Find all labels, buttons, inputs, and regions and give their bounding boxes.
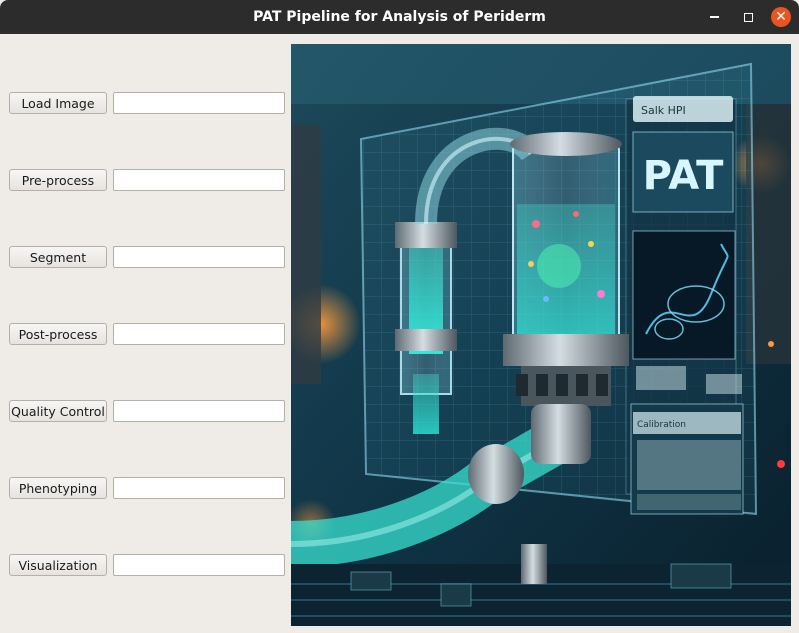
quality-control-button[interactable]: Quality Control: [9, 400, 107, 422]
title-bar: PAT Pipeline for Analysis of Periderm ✕: [0, 0, 799, 34]
segment-field[interactable]: [113, 246, 285, 268]
calibration-label: Calibration: [637, 420, 686, 430]
visualization-button[interactable]: Visualization: [9, 554, 107, 576]
quality-control-field[interactable]: [113, 400, 285, 422]
post-process-button[interactable]: Post-process: [9, 323, 107, 345]
maximize-icon: [743, 12, 753, 22]
close-icon: ✕: [775, 9, 787, 25]
pat-logo-text: PAT: [643, 153, 724, 199]
close-button[interactable]: ✕: [771, 7, 791, 27]
load-image-button[interactable]: Load Image: [9, 92, 107, 114]
maximize-button[interactable]: [737, 6, 759, 28]
segment-button[interactable]: Segment: [9, 246, 107, 268]
pre-process-field[interactable]: [113, 169, 285, 191]
visualization-field[interactable]: [113, 554, 285, 576]
minimize-button[interactable]: [703, 6, 725, 28]
phenotyping-button[interactable]: Phenotyping: [9, 477, 107, 499]
load-image-field[interactable]: [113, 92, 285, 114]
minimize-icon: [709, 16, 719, 18]
post-process-field[interactable]: [113, 323, 285, 345]
main-window: Load Image Pre-process Segment Post-proc…: [0, 34, 799, 633]
panel-header-text: Salk HPI: [641, 104, 686, 117]
pipeline-illustration: Salk HPI PAT Calibration: [291, 44, 791, 626]
window-title: PAT Pipeline for Analysis of Periderm: [253, 9, 546, 25]
phenotyping-field[interactable]: [113, 477, 285, 499]
pre-process-button[interactable]: Pre-process: [9, 169, 107, 191]
